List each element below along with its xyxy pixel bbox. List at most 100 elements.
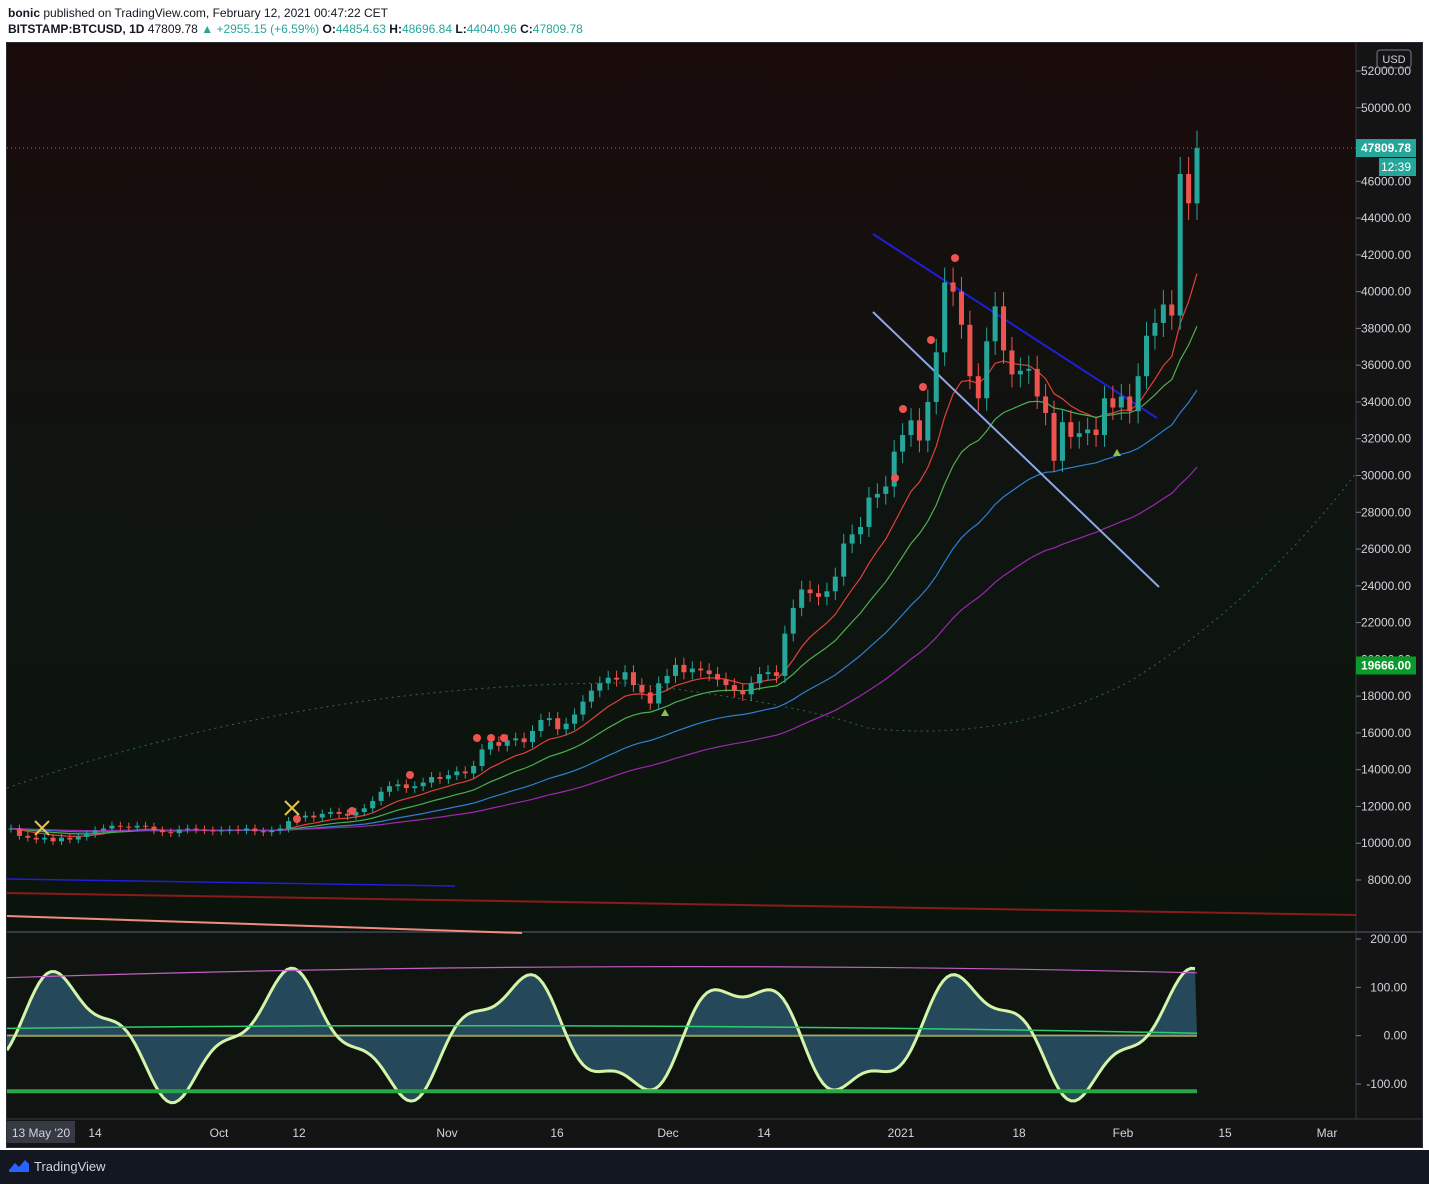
candle-body — [319, 813, 325, 818]
osc-tick-label: -100.00 — [1366, 1077, 1407, 1091]
candle-body — [773, 672, 779, 676]
candle-body — [1127, 396, 1133, 412]
time-tick-label: Oct — [210, 1126, 229, 1140]
candle-body — [1017, 370, 1023, 375]
candle-body — [1059, 422, 1065, 461]
candle-body — [370, 800, 376, 809]
sell-dot-marker — [899, 405, 907, 413]
candle-body — [664, 675, 670, 684]
footer-bar: TradingView — [0, 1150, 1429, 1184]
high-value: 48696.84 — [401, 22, 453, 36]
close-label: C: — [520, 22, 533, 36]
sell-dot-marker — [348, 807, 356, 815]
candle-body — [16, 828, 22, 836]
candle-body — [799, 589, 805, 608]
time-tick-label: 16 — [550, 1126, 564, 1140]
candle-body — [908, 420, 914, 436]
candle-body — [344, 813, 350, 816]
candle-body — [513, 738, 519, 741]
candle-body — [950, 282, 956, 292]
candle-body — [1043, 396, 1049, 413]
candle-body — [698, 668, 704, 671]
low-label: L: — [455, 22, 467, 36]
candle-body — [109, 825, 115, 829]
candle-body — [244, 828, 250, 831]
candle-body — [580, 701, 586, 715]
candle-body — [429, 777, 435, 783]
price-tick-label: 24000.00 — [1361, 579, 1411, 593]
osc-tick-label: 200.00 — [1370, 932, 1407, 946]
candle-body — [958, 291, 964, 325]
candle-body — [706, 670, 712, 675]
candle-body — [832, 576, 838, 592]
candle-body — [252, 828, 258, 832]
price-tick-label: 50000.00 — [1361, 101, 1411, 115]
sell-dot-marker — [487, 734, 495, 742]
price-tick-label: 18000.00 — [1361, 689, 1411, 703]
candle-body — [328, 811, 334, 814]
candle-body — [193, 828, 199, 830]
candle-body — [201, 829, 207, 831]
candle-body — [1135, 376, 1141, 412]
sell-dot-marker — [927, 336, 935, 344]
candle-body — [529, 731, 536, 743]
close-value: 47809.78 — [532, 22, 583, 36]
price-tick-label: 8000.00 — [1368, 873, 1412, 887]
candle-body — [117, 825, 123, 827]
candle-body — [403, 784, 409, 789]
level-tag: 19666.00 — [1361, 659, 1411, 673]
osc-tick-label: 0.00 — [1384, 1029, 1408, 1043]
candle-body — [1144, 335, 1150, 377]
oscillator-axis[interactable]: 200.00 100.00 0.00 -100.00 — [1356, 932, 1407, 1091]
time-tick-label: 12 — [292, 1126, 306, 1140]
candle-body — [8, 828, 14, 830]
candle-body — [1194, 148, 1200, 204]
price-tick-label: 28000.00 — [1361, 505, 1411, 519]
candle-body — [588, 690, 594, 702]
brand-name[interactable]: TradingView — [34, 1159, 106, 1174]
price-tick-label: 16000.00 — [1361, 726, 1411, 740]
sell-dot-marker — [473, 734, 481, 742]
tradingview-logo-icon[interactable] — [8, 1158, 30, 1174]
time-axis[interactable]: 13 May '20 14 Oct 12 Nov 16 Dec 14 2021 18 Feb 15 Ma… — [7, 1121, 1337, 1143]
open-value: 44854.63 — [335, 22, 386, 36]
candle-body — [58, 837, 64, 842]
chart-frame[interactable]: 52000.0050000.0048000.0046000.0044000.00… — [5, 42, 1423, 1148]
candle-body — [151, 826, 157, 831]
candle-body — [563, 723, 569, 730]
candle-body — [302, 815, 308, 818]
candle-body — [336, 811, 342, 814]
candle-body — [630, 672, 636, 686]
candle-body — [782, 633, 788, 676]
candle-body — [967, 324, 973, 377]
candle-body — [168, 832, 174, 834]
price-tick-label: 40000.00 — [1361, 285, 1411, 299]
candle-body — [1110, 398, 1116, 408]
sell-dot-marker — [951, 254, 959, 262]
time-tick-label: 2021 — [888, 1126, 915, 1140]
candle-body — [807, 589, 813, 594]
candle-body — [50, 837, 56, 842]
candle-body — [933, 352, 939, 402]
candle-body — [1093, 429, 1099, 436]
price-chart[interactable]: 52000.0050000.0048000.0046000.0044000.00… — [5, 43, 1422, 1147]
candle-body — [92, 830, 98, 835]
price-tick-label: 52000.00 — [1361, 64, 1411, 78]
candle-body — [496, 742, 502, 746]
change-value: +2955.15 (+6.59%) — [216, 22, 320, 36]
candle-body — [84, 834, 90, 837]
candle-body — [681, 664, 687, 673]
sell-dot-marker — [919, 383, 927, 391]
candle-body — [900, 435, 906, 452]
candle-body — [437, 777, 443, 779]
last-price-tag: 47809.78 — [1361, 141, 1411, 155]
time-tick-label: Feb — [1113, 1126, 1134, 1140]
publisher-name[interactable]: bonic — [8, 6, 40, 20]
candle-body — [521, 738, 527, 743]
time-tick-label: Nov — [436, 1126, 457, 1140]
candle-body — [672, 664, 679, 676]
up-arrow-icon: ▲ — [201, 22, 214, 36]
candle-body — [1152, 322, 1158, 336]
price-tick-label: 30000.00 — [1361, 469, 1411, 483]
last-value: 47809.78 — [147, 22, 198, 36]
